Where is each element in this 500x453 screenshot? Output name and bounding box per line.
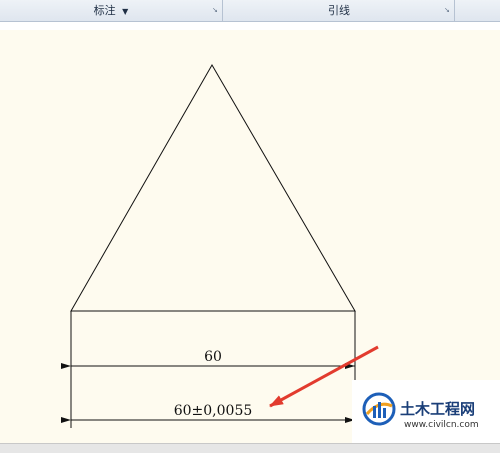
watermark-title: 土木工程网 — [400, 400, 476, 418]
triangle-shape[interactable] — [70, 63, 356, 312]
dimension-text-1[interactable]: 60 — [204, 349, 222, 365]
watermark-url: www.civilcn.com — [404, 420, 479, 430]
civilcn-logo-icon — [362, 392, 396, 426]
watermark: 土木工程网 www.civilcn.com — [352, 380, 500, 443]
status-strip — [0, 443, 500, 453]
dimension-text-2[interactable]: 60±0,0055 — [174, 403, 253, 419]
